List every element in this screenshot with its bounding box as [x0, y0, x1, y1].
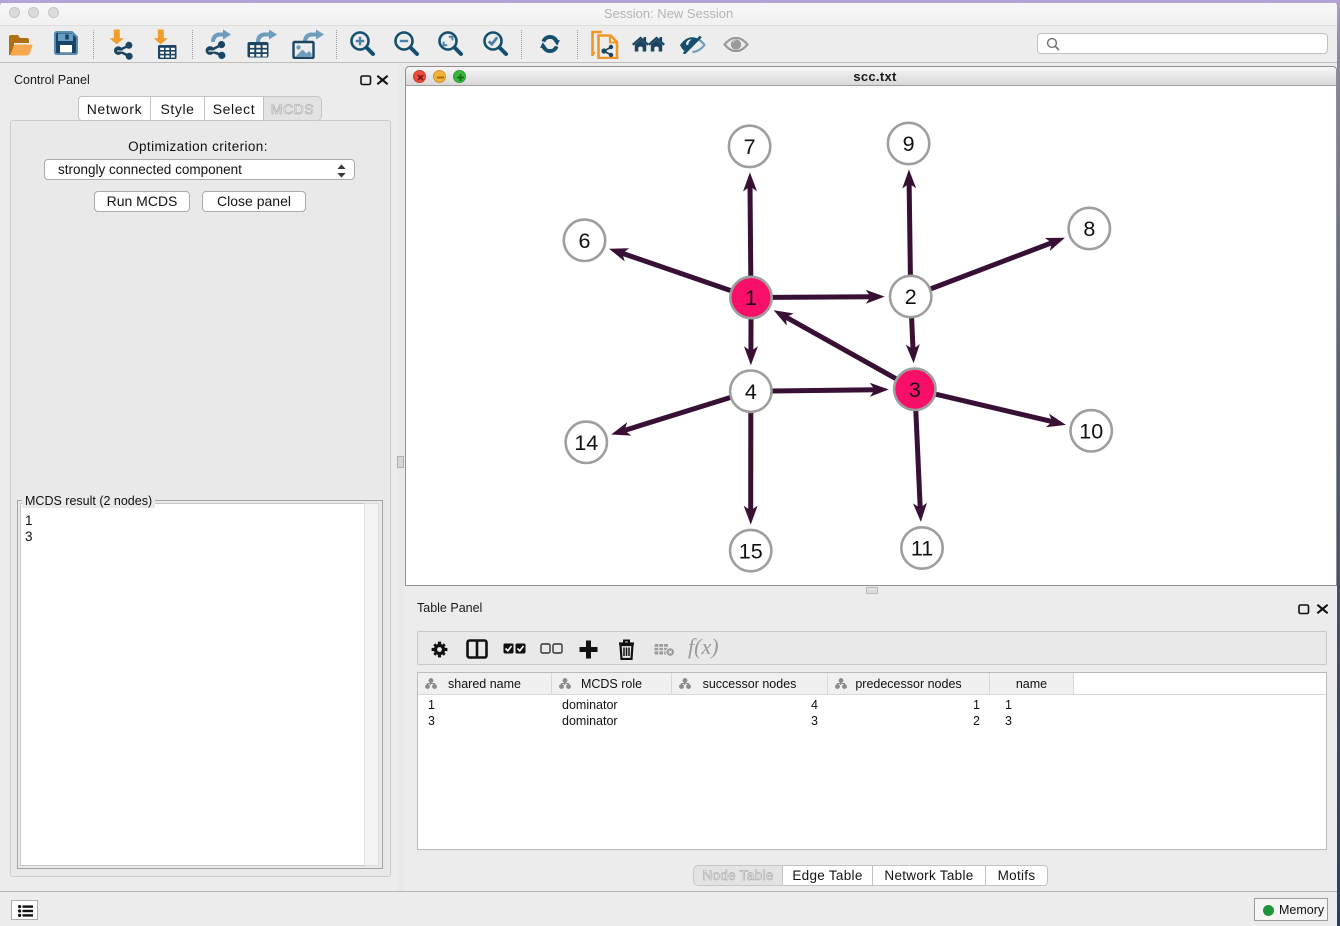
svg-text:3: 3 [909, 378, 921, 402]
svg-text:9: 9 [903, 132, 915, 156]
svg-text:11: 11 [911, 537, 933, 561]
svg-text:7: 7 [744, 135, 756, 159]
svg-text:6: 6 [579, 229, 591, 253]
svg-text:8: 8 [1083, 217, 1095, 241]
svg-text:10: 10 [1079, 420, 1103, 444]
svg-text:15: 15 [739, 539, 763, 563]
svg-text:14: 14 [574, 431, 598, 455]
svg-text:2: 2 [905, 285, 917, 309]
svg-text:1: 1 [745, 286, 757, 310]
svg-text:4: 4 [745, 380, 757, 404]
